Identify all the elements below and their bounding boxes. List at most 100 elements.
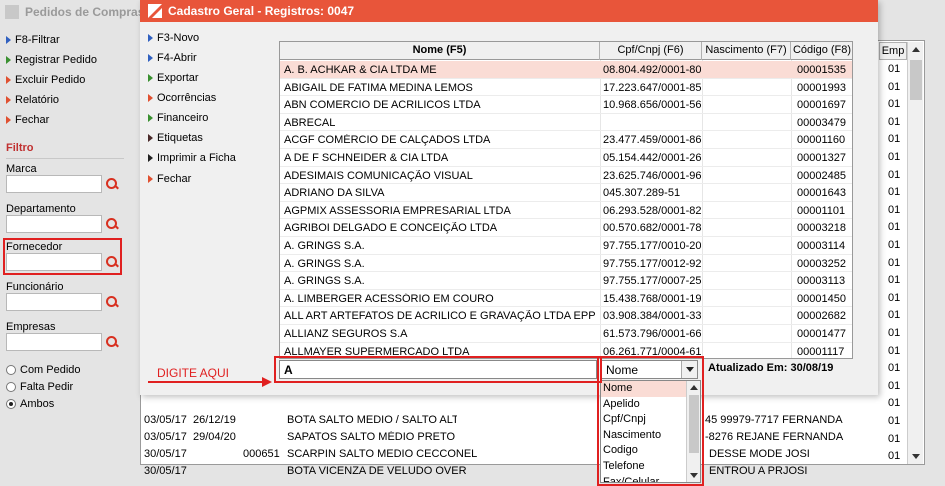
scroll-thumb[interactable]: [910, 60, 922, 100]
emp-value: 01: [888, 151, 901, 163]
table-row[interactable]: ALL ART ARTEFATOS DE ACRILICO E GRAVAÇÃO…: [280, 307, 852, 325]
arrow-right-icon: [262, 377, 272, 387]
table-row[interactable]: A. GRINGS S.A. 97.755.177/0012-92 00003252: [280, 255, 852, 273]
dialog-item-abrir[interactable]: F4-Abrir: [148, 50, 197, 66]
background-grid-scrollbar[interactable]: [907, 42, 923, 464]
search-icon[interactable]: [105, 295, 119, 309]
scroll-down-icon[interactable]: [912, 454, 920, 459]
table-row[interactable]: AGRIBOI DELGADO E CONCEIÇÃO LTDA 00.570.6…: [280, 219, 852, 237]
sidebar-item-fechar[interactable]: Fechar: [6, 112, 49, 128]
cell-codigo: 00001993: [797, 81, 846, 94]
table-row[interactable]: A DE F SCHNEIDER & CIA LTDA 05.154.442/00…: [280, 149, 852, 167]
cell-codigo: 00001477: [797, 328, 846, 340]
radio-checked-icon: [6, 399, 16, 409]
radio-com-pedido[interactable]: Com Pedido: [6, 364, 81, 376]
emp-value: 01: [888, 450, 901, 463]
cell-nome: A DE F SCHNEIDER & CIA LTDA: [284, 152, 449, 164]
sidebar-item-excluir[interactable]: Excluir Pedido: [6, 72, 85, 88]
column-header-nome[interactable]: Nome (F5): [280, 42, 600, 60]
table-row[interactable]: 30/05/17 000651 SCARPIN SALTO MEDIO CECC…: [141, 446, 911, 463]
cell-nome: ABN COMERCIO DE ACRILICOS LTDA: [284, 99, 481, 112]
dialog-item-etiquetas[interactable]: Etiquetas: [148, 130, 203, 146]
dialog-item-novo[interactable]: F3-Novo: [148, 30, 199, 46]
cell-codigo: 00001697: [797, 99, 846, 112]
dialog-item-fechar[interactable]: Fechar: [148, 171, 191, 187]
search-icon[interactable]: [105, 217, 119, 231]
departamento-label: Departamento: [6, 203, 76, 215]
emp-value: 01: [888, 344, 901, 357]
emp-value: 01: [888, 133, 901, 146]
column-header-codigo[interactable]: Código (F8): [791, 42, 852, 60]
cell-cpf: 23.477.459/0001-86: [603, 134, 701, 147]
sidebar-item-filtrar[interactable]: F8-Filtrar: [6, 32, 60, 48]
cell-nome: AGRIBOI DELGADO E CONCEIÇÃO LTDA: [284, 222, 498, 235]
table-row[interactable]: ABN COMERCIO DE ACRILICOS LTDA 10.968.656…: [280, 96, 852, 114]
table-row[interactable]: ADESIMAIS COMUNICAÇÃO VISUAL 23.625.746/0…: [280, 167, 852, 185]
column-header-nascimento[interactable]: Nascimento (F7): [702, 42, 791, 60]
cell-cpf: 00.570.682/0001-78: [603, 222, 701, 235]
emp-value: 01: [888, 397, 901, 410]
dialog-sidebar: F3-Novo F4-Abrir Exportar Ocorrências Fi…: [140, 22, 260, 395]
dialog-titlebar: Cadastro Geral - Registros: 0047: [140, 0, 878, 22]
column-header-cpf[interactable]: Cpf/Cnpj (F6): [600, 42, 702, 60]
cell-nome: ADESIMAIS COMUNICAÇÃO VISUAL: [284, 169, 473, 182]
background-window-title: Pedidos de Compras: [25, 5, 145, 19]
cell-nome: ADRIANO DA SILVA: [284, 187, 385, 200]
table-row[interactable]: A. GRINGS S.A. 97.755.177/0010-20 00003114: [280, 237, 852, 255]
dialog-item-ocorrencias[interactable]: Ocorrências: [148, 90, 216, 106]
sidebar-item-relatorio[interactable]: Relatório: [6, 92, 59, 108]
table-row[interactable]: ALLIANZ SEGUROS S.A 61.573.796/0001-66 000…: [280, 325, 852, 343]
table-row[interactable]: ADRIANO DA SILVA 045.307.289-51 00001643: [280, 184, 852, 202]
empresas-input[interactable]: [6, 333, 102, 351]
search-icon[interactable]: [105, 335, 119, 349]
search-icon[interactable]: [105, 177, 119, 191]
dialog-item-financeiro[interactable]: Financeiro: [148, 110, 208, 126]
table-row[interactable]: ACGF COMÉRCIO DE CALÇADOS LTDA 23.477.459…: [280, 131, 852, 149]
play-icon: [6, 96, 11, 104]
dialog-item-imprimir[interactable]: Imprimir a Ficha: [148, 150, 236, 166]
emp-value: 01: [888, 327, 901, 339]
play-icon: [148, 54, 153, 62]
emp-value: 01: [888, 274, 901, 287]
empresas-label: Empresas: [6, 321, 56, 333]
table-row[interactable]: ABIGAIL DE FATIMA MEDINA LEMOS 17.223.647…: [280, 79, 852, 97]
funcionario-input[interactable]: [6, 293, 102, 311]
cell-cpf: 045.307.289-51: [603, 187, 681, 200]
table-row[interactable]: 30/05/17 BOTA VICENZA DE VELUDO OVER ENT…: [141, 463, 911, 480]
cell-codigo: 00003479: [797, 116, 846, 129]
table-row[interactable]: A. B. ACHKAR & CIA LTDA ME 08.804.492/000…: [280, 61, 852, 79]
radio-falta-pedir[interactable]: Falta Pedir: [6, 381, 73, 393]
cell-codigo: 00001643: [797, 187, 846, 200]
radio-icon: [6, 365, 16, 375]
cell-cpf: 17.223.647/0001-85: [603, 81, 701, 94]
emp-column-header[interactable]: Emp: [879, 42, 907, 60]
table-row[interactable]: AGPMIX ASSESSORIA EMPRESARIAL LTDA 06.293…: [280, 202, 852, 220]
cell-codigo: 00003252: [797, 257, 846, 270]
scroll-up-icon[interactable]: [912, 47, 920, 52]
radio-icon: [6, 382, 16, 392]
table-row[interactable]: ABRECAL 00003479: [280, 114, 852, 132]
table-row[interactable]: A. LIMBERGER ACESSÓRIO EM COURO 15.438.76…: [280, 290, 852, 308]
departamento-input[interactable]: [6, 215, 102, 233]
emp-value: 01: [888, 379, 901, 392]
sidebar-item-registrar[interactable]: Registrar Pedido: [6, 52, 97, 68]
cell-cpf: 10.968.656/0001-56: [603, 99, 701, 112]
filter-divider: [6, 158, 124, 159]
dialog-item-exportar[interactable]: Exportar: [148, 70, 199, 86]
marca-input[interactable]: [6, 175, 102, 193]
table-row[interactable]: 03/05/17 29/04/20 SAPATOS SALTO MÉDIO PR…: [141, 429, 911, 446]
cell-nome: ALLIANZ SEGUROS S.A: [284, 328, 408, 340]
emp-value: 01: [888, 80, 901, 93]
cell-cpf: 08.804.492/0001-80: [603, 64, 701, 76]
emp-value: 01: [888, 186, 901, 199]
play-icon: [148, 94, 153, 102]
radio-ambos[interactable]: Ambos: [6, 398, 54, 410]
emp-value: 01: [888, 309, 901, 322]
cell-cpf: 97.755.177/0012-92: [603, 257, 701, 270]
cell-codigo: 00001327: [797, 152, 846, 164]
cell-codigo: 00003218: [797, 222, 846, 235]
table-row[interactable]: A. GRINGS S.A. 97.755.177/0007-25 00003113: [280, 272, 852, 290]
play-icon: [148, 74, 153, 82]
table-row[interactable]: 03/05/17 26/12/19 BOTA SALTO MEDIO / SAL…: [141, 412, 911, 429]
cell-cpf: 15.438.768/0001-19: [603, 292, 701, 305]
